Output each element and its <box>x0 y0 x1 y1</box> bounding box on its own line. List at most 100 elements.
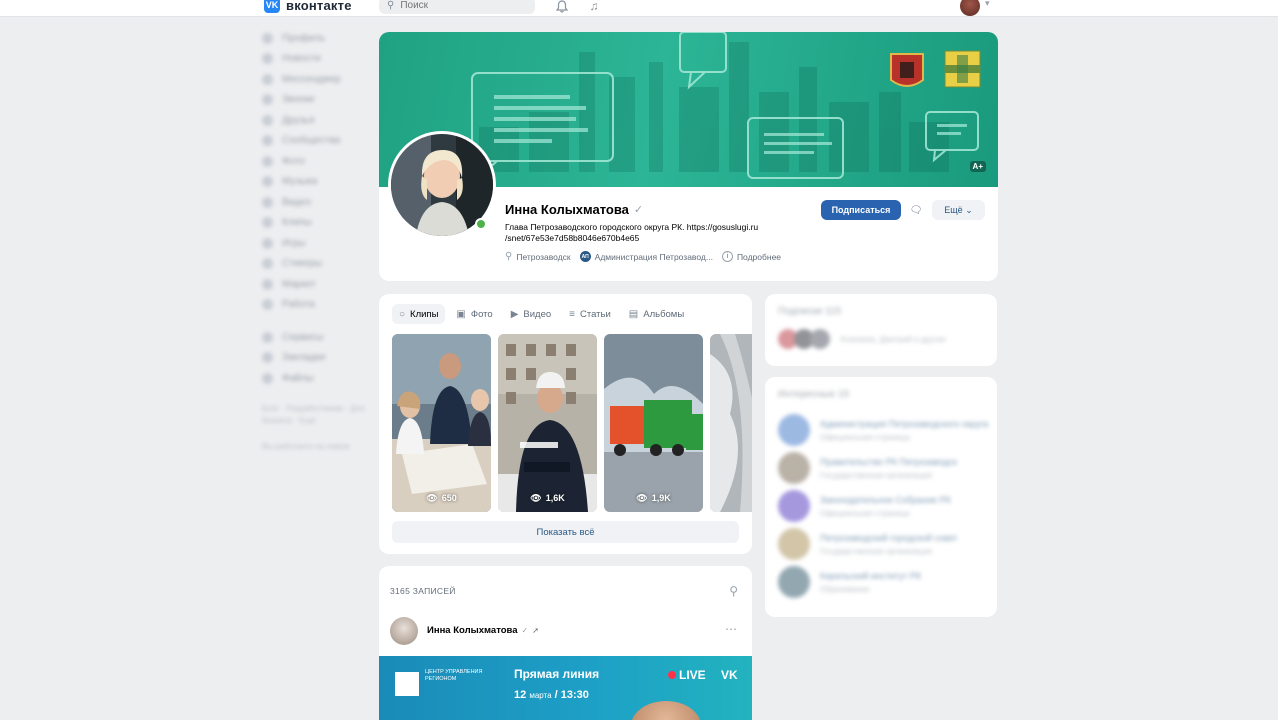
tab-0[interactable]: ○ Клипы <box>392 304 446 324</box>
list-item[interactable]: Законодательное Собрание РК Официальная с… <box>778 490 984 522</box>
verified-icon: ✓ <box>521 626 529 635</box>
list-item[interactable]: Петрозаводский городской совет Государств… <box>778 528 984 560</box>
sidebar-item-icon <box>262 278 273 290</box>
sidebar-item[interactable]: Маркет <box>262 274 374 295</box>
profile-meta: ⚲ Петрозаводск АП Администрация Петрозав… <box>505 251 781 262</box>
sidebar-item-label: Закладки <box>282 352 326 364</box>
banner-center: ЦЕНТР УПРАВЛЕНИЯ РЕГИОНОМ <box>425 669 483 682</box>
vk-logo[interactable]: VK вконтакте <box>264 0 352 13</box>
cover-badge[interactable]: А+ <box>969 161 986 172</box>
subscribe-button[interactable]: Подписаться <box>821 200 901 220</box>
search-input[interactable] <box>400 0 521 11</box>
avatar <box>778 566 810 598</box>
banner-month: марта <box>529 691 552 700</box>
sidebar-item-icon <box>262 155 273 167</box>
sidebar-item-icon <box>262 331 273 343</box>
post-author[interactable]: Инна Колыхматова ✓ ➚ <box>427 625 539 636</box>
tab-label: Альбомы <box>643 308 685 320</box>
clip-item[interactable]: 👁 1,6K <box>498 334 597 512</box>
sidebar-item-label: Стикеры <box>282 258 323 270</box>
sidebar-item-icon <box>262 176 273 188</box>
sidebar-item-label: Файлы <box>282 372 314 384</box>
sidebar-item-label: Сообщества <box>282 135 341 147</box>
sidebar-item[interactable]: Сообщества <box>262 131 374 152</box>
clip-views: 1,9K <box>651 493 671 503</box>
sidebar-item[interactable]: Игры <box>262 233 374 254</box>
media-tabs: ○ Клипы ▣ Фото ▶ Видео ≡ Статьи ▤ Альбомы <box>392 304 691 324</box>
eye-icon: 👁 <box>530 493 542 503</box>
sidebar-item[interactable]: Работа <box>262 295 374 316</box>
search-icon[interactable]: ⚲ <box>729 584 738 598</box>
org-item[interactable]: АП Администрация Петрозавод... <box>579 251 713 262</box>
chevron-down-icon[interactable]: ▾ <box>985 0 990 9</box>
location-pin-icon: ⚲ <box>505 251 513 262</box>
avatar <box>778 490 810 522</box>
sidebar-item-icon <box>262 237 273 249</box>
clip-item[interactable] <box>710 334 752 512</box>
sidebar-item[interactable]: Видео <box>262 192 374 213</box>
sidebar-item[interactable]: Сервисы <box>262 327 374 348</box>
sidebar-item-icon <box>262 73 273 85</box>
show-all-button[interactable]: Показать всё <box>392 521 739 543</box>
user-avatar[interactable] <box>960 0 980 16</box>
chevron-down-icon: ⌄ <box>965 204 973 215</box>
sidebar-item-label: Клипы <box>282 217 312 229</box>
post-author-name: Инна Колыхматова <box>427 625 518 636</box>
post-banner[interactable]: ЦЕНТР УПРАВЛЕНИЯ РЕГИОНОМ Прямая линия 1… <box>379 656 752 720</box>
sidebar-item-icon <box>262 32 273 44</box>
tab-2[interactable]: ▶ Видео <box>504 304 558 324</box>
sidebar-item[interactable]: Друзья <box>262 110 374 131</box>
clip-thumbnail <box>498 334 597 512</box>
more-button[interactable]: Ещё ⌄ <box>932 200 985 220</box>
banner-time: 13:30 <box>560 689 589 701</box>
post-author-avatar[interactable] <box>390 617 418 645</box>
page-name: Петрозаводский городской совет <box>820 532 958 543</box>
details-link[interactable]: i Подробнее <box>721 251 781 262</box>
subscriptions-card[interactable]: Подписки 115 Anastasia, Дмитрий и другие <box>765 294 997 366</box>
sidebar-item[interactable]: Закладки <box>262 348 374 369</box>
page-desc: Государственная организация <box>820 546 933 556</box>
sidebar-item[interactable]: Мессенджер <box>262 69 374 90</box>
status-link[interactable]: /snet/67e53e7d58b8046e670b4e65 <box>505 233 805 244</box>
bell-icon[interactable] <box>554 0 570 14</box>
search-box[interactable]: ⚲ <box>379 0 535 14</box>
list-item[interactable]: Карельский институт РК Образование <box>778 566 984 598</box>
tab-1[interactable]: ▣ Фото <box>449 304 499 324</box>
live-dot-icon <box>668 671 676 679</box>
sidebar-footer[interactable]: Блог · Разработчикам · Для бизнеса · Ещё <box>262 403 374 427</box>
sidebar-item[interactable]: Новости <box>262 49 374 70</box>
org-text: Администрация Петрозавод... <box>594 251 713 262</box>
clip-item[interactable]: 👁 1,9K <box>604 334 703 512</box>
page-desc: Официальная страница <box>820 508 910 518</box>
profile-card: А+ Инна Колыхматова ✓ Глава Петрозаводск… <box>379 32 998 281</box>
tab-3[interactable]: ≡ Статьи <box>562 304 618 324</box>
message-button[interactable]: 🗨 <box>906 200 926 220</box>
clip-thumbnail <box>710 334 752 512</box>
sidebar-item[interactable]: Музыка <box>262 172 374 193</box>
search-icon: ⚲ <box>387 0 395 11</box>
clip-item[interactable]: 👁 650 <box>392 334 491 512</box>
verified-icon[interactable]: ✓ <box>634 203 643 216</box>
sidebar-footer-note[interactable]: Вы работаете на новом <box>262 441 374 453</box>
sidebar-item[interactable]: Звонки <box>262 90 374 111</box>
clip-icon: ○ <box>399 308 406 320</box>
sidebar-item[interactable]: Файлы <box>262 368 374 389</box>
chat-bubble-icon: 🗨 <box>909 204 923 216</box>
sidebar-item-icon <box>262 94 273 106</box>
subscriptions-text: Anastasia, Дмитрий и другие <box>840 334 946 344</box>
list-item[interactable]: Администрация Петрозаводского округа Офиц… <box>778 414 988 446</box>
music-icon[interactable]: ♫ <box>586 0 602 14</box>
sidebar-item-icon <box>262 135 273 147</box>
sidebar-item[interactable]: Фото <box>262 151 374 172</box>
sidebar-item-icon <box>262 217 273 229</box>
sidebar-item[interactable]: Клипы <box>262 213 374 234</box>
article-icon: ≡ <box>569 308 575 320</box>
sidebar-item[interactable]: Стикеры <box>262 254 374 275</box>
more-dots-icon[interactable]: ⋯ <box>725 622 738 636</box>
banner-title: Прямая линия <box>514 667 600 681</box>
sidebar-item[interactable]: Профиль <box>262 28 374 49</box>
location-item[interactable]: ⚲ Петрозаводск <box>505 251 571 262</box>
posts-card: 3165 ЗАПИСЕЙ ⚲ Инна Колыхматова ✓ ➚ ⋯ ЦЕ… <box>379 566 752 720</box>
tab-4[interactable]: ▤ Альбомы <box>622 304 691 324</box>
list-item[interactable]: Правительство РК Петрозаводск Государстве… <box>778 452 984 484</box>
